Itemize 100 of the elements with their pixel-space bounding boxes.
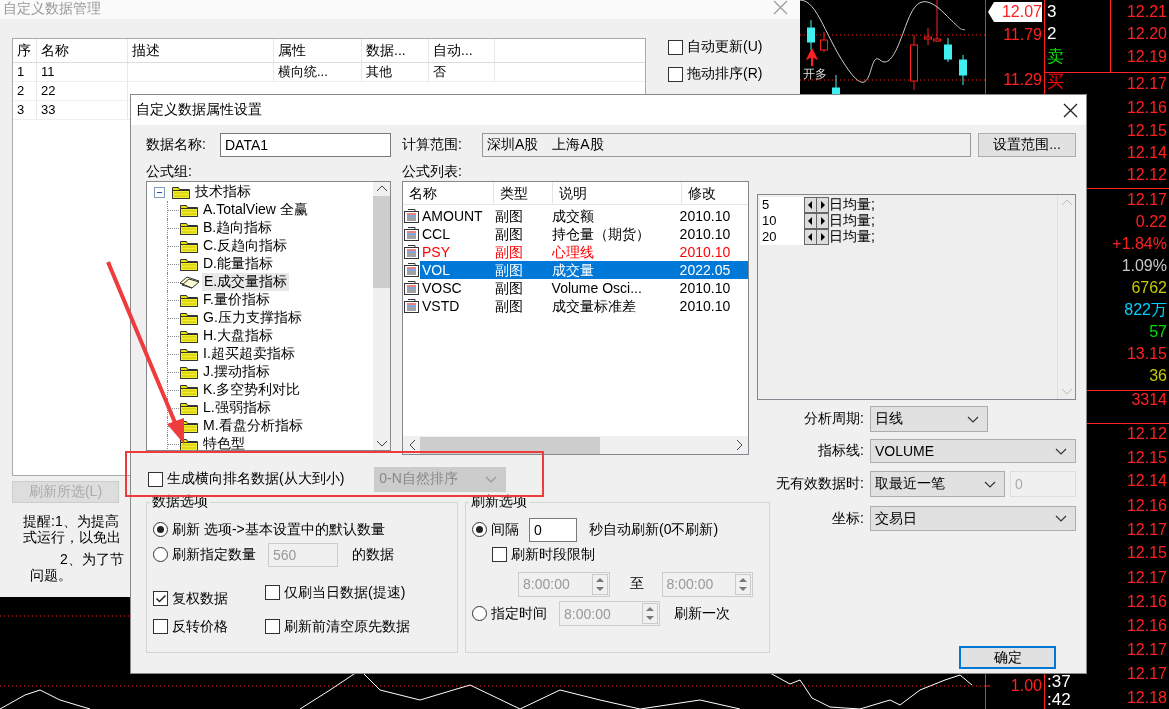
column-header[interactable]: 说明 <box>552 182 683 204</box>
tree-item[interactable]: G.压力支撑指标 <box>201 309 304 327</box>
list-cell[interactable]: 2022.05 <box>679 261 748 279</box>
column-header[interactable]: 数据... <box>362 39 429 62</box>
folder-icon <box>179 238 199 254</box>
column-header[interactable]: 序 <box>13 39 37 62</box>
tree-item[interactable]: L.强弱指标 <box>201 399 273 417</box>
spin-arrows-icon[interactable] <box>804 197 829 213</box>
scroll-down-icon[interactable] <box>375 440 388 447</box>
tree-item[interactable]: E.成交量指标 <box>202 273 290 291</box>
column-header[interactable]: 描述 <box>128 39 274 62</box>
list-cell[interactable]: 2010.10 <box>679 297 748 315</box>
quote-value: 3314 <box>1131 390 1167 410</box>
column-header[interactable]: 自动... <box>429 39 495 62</box>
tree-item[interactable]: F.量价指标 <box>201 291 272 309</box>
tree-item[interactable]: J.摆动指标 <box>201 363 272 381</box>
radio-button[interactable] <box>153 522 168 537</box>
price-axis-label: 11.79 <box>1002 25 1042 45</box>
scroll-left-icon[interactable] <box>409 439 416 451</box>
input-field[interactable]: 20 <box>760 229 804 245</box>
input-field[interactable]: DATA1 <box>220 133 391 157</box>
list-cell[interactable]: VOL <box>420 261 495 279</box>
column-header[interactable]: 属性 <box>274 39 362 62</box>
checkbox[interactable] <box>492 547 507 562</box>
folder-icon <box>179 292 199 308</box>
field-label: 坐标: <box>832 509 865 528</box>
ok-button[interactable]: 确定 <box>959 646 1056 669</box>
set-range-button[interactable]: 设置范围... <box>978 133 1076 157</box>
tree-item[interactable]: K.多空势利对比 <box>201 381 303 399</box>
list-cell[interactable]: AMOUNT <box>420 207 495 225</box>
checkbox[interactable] <box>265 585 280 600</box>
quote-label: 2 <box>1047 24 1057 44</box>
folder-icon <box>179 346 199 362</box>
radio-button[interactable] <box>472 522 487 537</box>
list-cell[interactable]: 2010.10 <box>679 225 748 243</box>
folder-icon <box>179 328 199 344</box>
quote-label: 3 <box>1047 2 1057 22</box>
radio-button[interactable] <box>153 547 168 562</box>
list-cell[interactable]: Volume Osci... <box>551 279 680 297</box>
tree-item[interactable]: A.TotalView 全赢 <box>201 201 310 219</box>
input-field[interactable]: 0 <box>529 517 577 542</box>
list-cell[interactable]: 2010.10 <box>679 279 748 297</box>
tree-item[interactable]: C.反趋向指标 <box>201 237 289 255</box>
collapse-icon[interactable] <box>154 186 165 198</box>
list-cell[interactable]: VOSC <box>420 279 495 297</box>
list-cell[interactable]: 2010.10 <box>679 243 748 261</box>
tree-item[interactable]: I.超买超卖指标 <box>201 345 297 363</box>
radio-label: 指定时间 <box>491 604 547 623</box>
tree-item[interactable]: M.看盘分析指标 <box>201 417 305 435</box>
list-cell[interactable]: 2010.10 <box>679 207 748 225</box>
list-cell[interactable]: 成交量 <box>551 261 680 279</box>
dropdown[interactable]: 日线 <box>870 406 988 432</box>
checkbox[interactable] <box>668 66 683 82</box>
checkbox[interactable] <box>148 471 163 487</box>
list-cell[interactable]: PSY <box>420 243 495 261</box>
scroll-thumb[interactable] <box>373 196 390 288</box>
radio-button[interactable] <box>472 606 487 621</box>
scroll-up-icon[interactable] <box>375 185 388 192</box>
spin-arrows-icon[interactable] <box>804 213 829 229</box>
list-cell[interactable]: 副图 <box>494 207 552 225</box>
dialog-title: 自定义数据属性设置 <box>136 101 262 119</box>
input-field[interactable]: 10 <box>760 213 804 229</box>
close-icon[interactable] <box>1063 102 1078 118</box>
tree-item[interactable]: 技术指标 <box>193 183 253 201</box>
list-cell[interactable]: 心理线 <box>551 243 680 261</box>
column-header[interactable]: 名称 <box>37 39 128 62</box>
list-cell[interactable]: 副图 <box>494 243 552 261</box>
list-cell[interactable]: VSTD <box>420 297 495 315</box>
dropdown[interactable]: 交易日 <box>870 506 1076 531</box>
list-cell[interactable]: 副图 <box>494 261 552 279</box>
spin-arrows-icon[interactable] <box>804 229 829 245</box>
list-cell[interactable]: 副图 <box>494 279 552 297</box>
table-cell: 其他 <box>362 63 429 81</box>
list-cell[interactable]: 持仓量（期货） <box>551 225 680 243</box>
quote-value: 12.12 <box>1126 165 1167 185</box>
column-header[interactable]: 名称 <box>403 182 494 204</box>
scroll-thumb[interactable] <box>420 436 600 454</box>
radio-label: 间隔 <box>491 520 519 539</box>
column-header[interactable]: 修改 <box>682 182 748 204</box>
column-header[interactable]: 类型 <box>493 182 553 204</box>
checkbox[interactable] <box>153 591 168 606</box>
list-cell[interactable]: 副图 <box>494 297 552 315</box>
candlestick <box>944 37 952 63</box>
checkbox[interactable] <box>668 39 683 55</box>
input-field[interactable]: 5 <box>760 197 804 213</box>
scroll-right-icon[interactable] <box>736 439 743 451</box>
field-label: 分析周期: <box>804 410 865 428</box>
list-cell[interactable]: 成交额 <box>551 207 680 225</box>
checkbox[interactable] <box>153 619 168 634</box>
list-cell[interactable]: CCL <box>420 225 495 243</box>
list-cell[interactable]: 成交量标准差 <box>551 297 680 315</box>
list-cell[interactable]: 副图 <box>494 225 552 243</box>
candlestick <box>807 19 815 51</box>
tree-item[interactable]: B.趋向指标 <box>201 219 275 237</box>
tree-item[interactable]: 特色型 <box>201 435 247 450</box>
tree-item[interactable]: H.大盘指标 <box>201 327 275 345</box>
checkbox[interactable] <box>265 619 280 634</box>
dropdown[interactable]: 取最近一笔 <box>870 471 1005 497</box>
tree-item[interactable]: D.能量指标 <box>201 255 275 273</box>
dropdown[interactable]: VOLUME <box>870 439 1076 463</box>
